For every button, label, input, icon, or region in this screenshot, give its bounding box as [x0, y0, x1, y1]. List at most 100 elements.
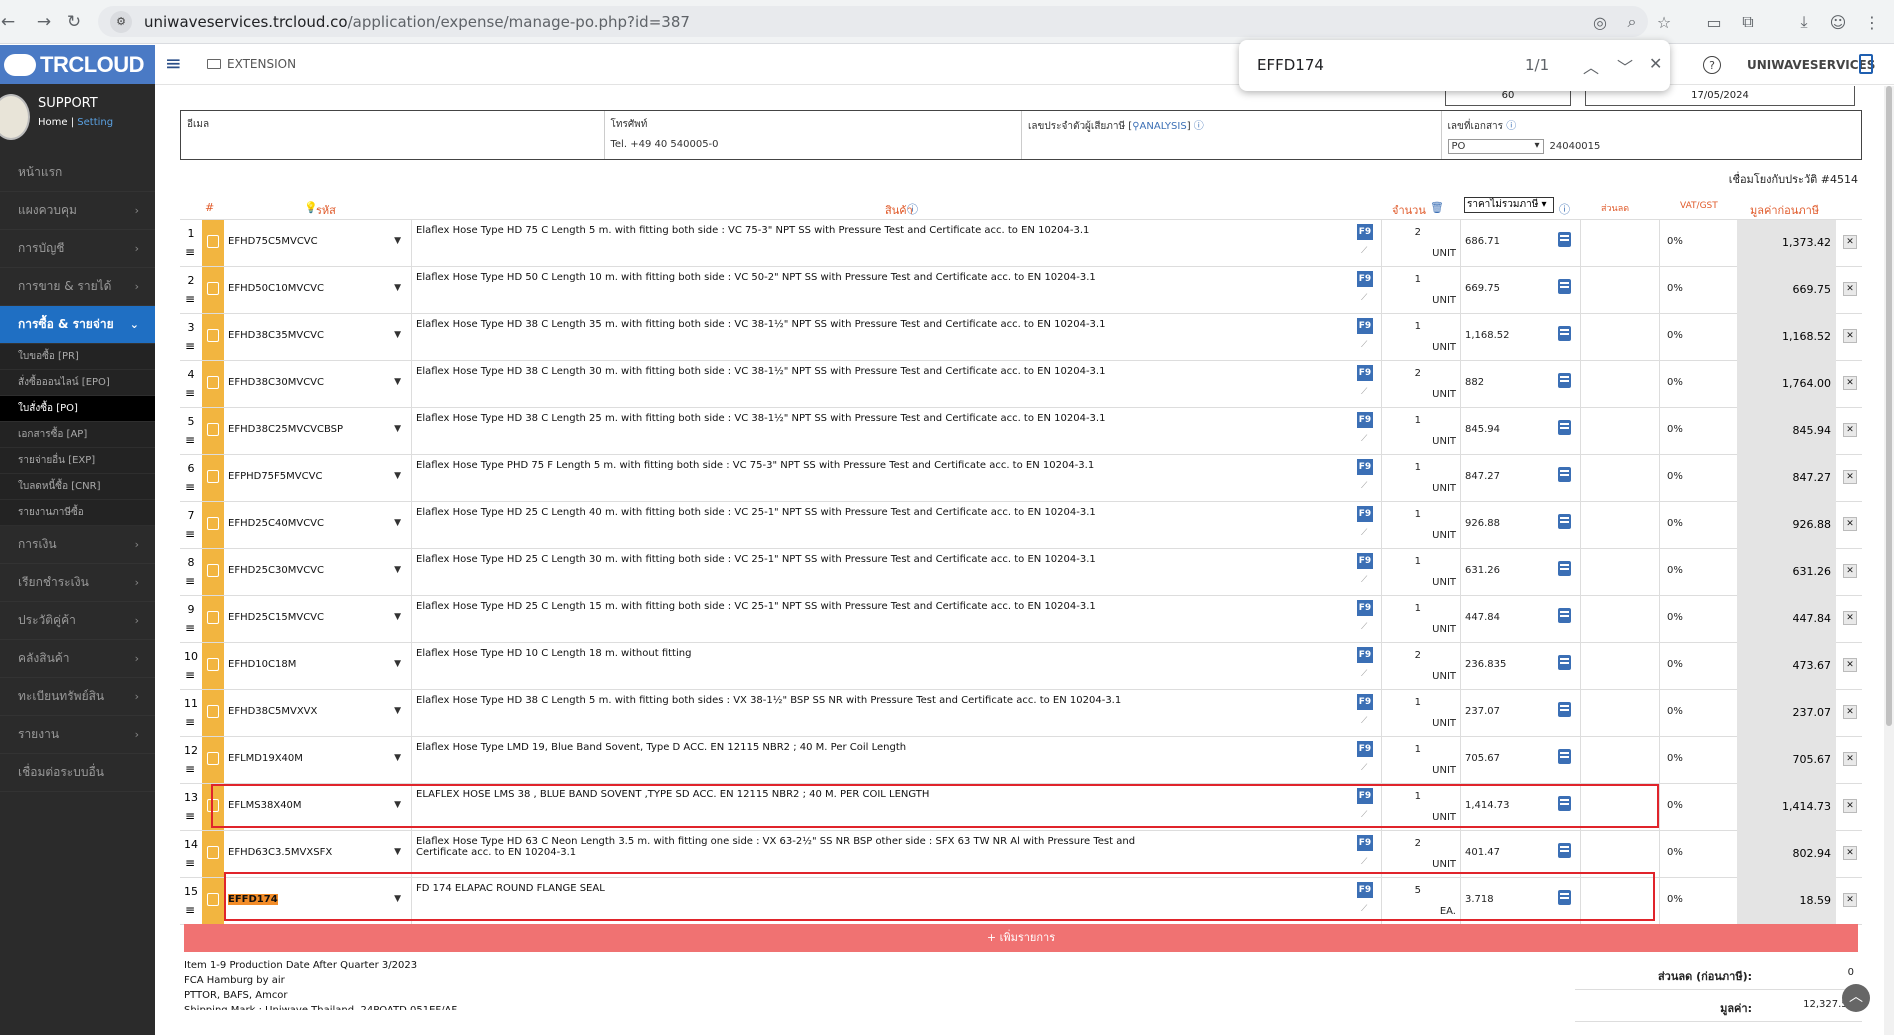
bookmark-star-icon[interactable]: ☆: [1652, 10, 1676, 34]
site-info-icon[interactable]: ⚙: [110, 10, 132, 33]
sidebar-item-integrations[interactable]: เชื่อมต่อระบบอื่น: [0, 754, 155, 792]
sidebar-subitem-tax-report[interactable]: รายงานภาษีซื้อ: [0, 500, 155, 526]
discount-field[interactable]: [1580, 361, 1660, 407]
calculator-icon[interactable]: [1558, 890, 1571, 905]
f9-button[interactable]: F9: [1357, 412, 1373, 428]
email-cell[interactable]: อีเมล: [181, 111, 605, 159]
vat-value[interactable]: 0%: [1667, 612, 1683, 623]
resize-handle-icon[interactable]: ⟋: [1361, 716, 1367, 726]
unit-price[interactable]: 1,168.52: [1465, 330, 1510, 341]
product-description[interactable]: Elaflex Hose Type HD 25 C Length 30 m. w…: [416, 554, 1176, 565]
quantity-field[interactable]: 1 UNIT: [1381, 502, 1461, 548]
sidebar-item-reports[interactable]: รายงาน ›: [0, 716, 155, 754]
f9-button[interactable]: F9: [1357, 882, 1373, 898]
delete-row-icon[interactable]: ✕: [1843, 564, 1857, 578]
product-description[interactable]: ELAFLEX HOSE LMS 38 , BLUE BAND SOVENT ,…: [416, 789, 1176, 800]
find-close-icon[interactable]: ✕: [1649, 54, 1662, 73]
copy-icon[interactable]: [207, 423, 219, 436]
resize-handle-icon[interactable]: ⟋: [1361, 340, 1367, 350]
sidebar-subitem-po[interactable]: ใบสั่งซื้อ [PO]: [0, 396, 155, 422]
home-link[interactable]: Home: [38, 117, 68, 128]
analysis-link[interactable]: ⚲ANALYSIS: [1132, 121, 1187, 132]
resize-handle-icon[interactable]: ⟋: [1361, 622, 1367, 632]
quantity-field[interactable]: 1 UNIT: [1381, 408, 1461, 454]
delete-row-icon[interactable]: ✕: [1843, 329, 1857, 343]
delete-row-icon[interactable]: ✕: [1843, 893, 1857, 907]
dropdown-caret-icon[interactable]: ▼: [394, 706, 401, 716]
product-code-select[interactable]: EFHD25C40MVCVC ▼: [224, 502, 412, 548]
quantity-field[interactable]: 1 UNIT: [1381, 737, 1461, 783]
page-scrollbar[interactable]: [1884, 86, 1894, 1035]
quantity-field[interactable]: 1 UNIT: [1381, 314, 1461, 360]
quantity-field[interactable]: 2 UNIT: [1381, 831, 1461, 877]
product-description[interactable]: Elaflex Hose Type HD 75 C Length 5 m. wi…: [416, 225, 1176, 236]
unit-price[interactable]: 1,414.73: [1465, 800, 1510, 811]
sidebar-subitem-ap[interactable]: เอกสารซื้อ [AP]: [0, 422, 155, 448]
drag-handle-icon[interactable]: ≡: [185, 621, 195, 635]
quantity-field[interactable]: 1 UNIT: [1381, 690, 1461, 736]
f9-button[interactable]: F9: [1357, 271, 1373, 287]
unit-price[interactable]: 631.26: [1465, 565, 1500, 576]
resize-handle-icon[interactable]: ⟋: [1361, 387, 1367, 397]
company-name[interactable]: UNIWAVESERVICES: [1747, 58, 1875, 72]
sidebar-item-dashboard[interactable]: แผงควบคุม ›: [0, 192, 155, 230]
delete-row-icon[interactable]: ✕: [1843, 423, 1857, 437]
product-description[interactable]: Elaflex Hose Type HD 63 C Neon Length 3.…: [416, 836, 1176, 858]
add-row-button[interactable]: + เพิ่มรายการ: [184, 924, 1858, 952]
resize-handle-icon[interactable]: ⟋: [1361, 293, 1367, 303]
dropdown-caret-icon[interactable]: ▼: [394, 236, 401, 246]
drag-handle-icon[interactable]: ≡: [185, 292, 195, 306]
f9-button[interactable]: F9: [1357, 553, 1373, 569]
forward-icon[interactable]: →: [30, 8, 58, 36]
f9-button[interactable]: F9: [1357, 365, 1373, 381]
drag-handle-icon[interactable]: ≡: [185, 245, 195, 259]
unit-price[interactable]: 686.71: [1465, 236, 1500, 247]
dropdown-caret-icon[interactable]: ▼: [394, 847, 401, 857]
discount-field[interactable]: [1580, 690, 1660, 736]
trash-icon[interactable]: 🗑: [1430, 201, 1444, 214]
unit-price[interactable]: 236.835: [1465, 659, 1506, 670]
discount-field[interactable]: [1580, 267, 1660, 313]
scroll-to-top-icon[interactable]: ︿: [1842, 984, 1870, 1012]
calculator-icon[interactable]: [1558, 514, 1571, 529]
discount-field[interactable]: [1580, 643, 1660, 689]
reload-icon[interactable]: ↻: [60, 8, 88, 36]
extension-chat-icon[interactable]: ▭: [1702, 10, 1726, 34]
discount-field[interactable]: [1580, 878, 1660, 924]
discount-field[interactable]: [1580, 596, 1660, 642]
resize-handle-icon[interactable]: ⟋: [1361, 481, 1367, 491]
copy-icon[interactable]: [207, 799, 219, 812]
unit-price[interactable]: 3.718: [1465, 894, 1494, 905]
notes-scrollbar[interactable]: [1555, 958, 1565, 1002]
resize-handle-icon[interactable]: ⟋: [1361, 434, 1367, 444]
copy-icon[interactable]: [207, 752, 219, 765]
calculator-icon[interactable]: [1558, 655, 1571, 670]
drag-handle-icon[interactable]: ≡: [185, 809, 195, 823]
product-description[interactable]: Elaflex Hose Type HD 25 C Length 15 m. w…: [416, 601, 1176, 612]
quantity-field[interactable]: 1 UNIT: [1381, 455, 1461, 501]
vat-value[interactable]: 0%: [1667, 377, 1683, 388]
price-type-select[interactable]: ราคาไม่รวมภาษี ▾: [1464, 197, 1554, 213]
vat-value[interactable]: 0%: [1667, 330, 1683, 341]
vat-value[interactable]: 0%: [1667, 659, 1683, 670]
drag-handle-icon[interactable]: ≡: [185, 715, 195, 729]
sidebar-subitem-cnr[interactable]: ใบลดหนี้ซื้อ [CNR]: [0, 474, 155, 500]
resize-handle-icon[interactable]: ⟋: [1361, 575, 1367, 585]
tax-id-cell[interactable]: เลขประจำตัวผู้เสียภาษี [⚲ANALYSIS] ⓘ: [1022, 111, 1442, 159]
vat-value[interactable]: 0%: [1667, 518, 1683, 529]
copy-icon[interactable]: [207, 470, 219, 483]
vat-value[interactable]: 0%: [1667, 753, 1683, 764]
quantity-field[interactable]: 5 EA.: [1381, 878, 1461, 924]
drag-handle-icon[interactable]: ≡: [185, 386, 195, 400]
f9-button[interactable]: F9: [1357, 694, 1373, 710]
f9-button[interactable]: F9: [1357, 788, 1373, 804]
drag-handle-icon[interactable]: ≡: [185, 668, 195, 682]
product-code-select[interactable]: EFHD75C5MVCVC ▼: [224, 220, 412, 266]
product-code-select[interactable]: EFHD10C18M ▼: [224, 643, 412, 689]
history-link[interactable]: เชื่อมโยงกับประวัติ #4514: [1729, 170, 1858, 188]
vat-value[interactable]: 0%: [1667, 283, 1683, 294]
quantity-field[interactable]: 2 UNIT: [1381, 361, 1461, 407]
calculator-icon[interactable]: [1558, 608, 1571, 623]
scrollbar-thumb[interactable]: [1886, 86, 1892, 726]
address-bar[interactable]: ⚙ uniwaveservices.trcloud.co/application…: [98, 6, 1648, 37]
